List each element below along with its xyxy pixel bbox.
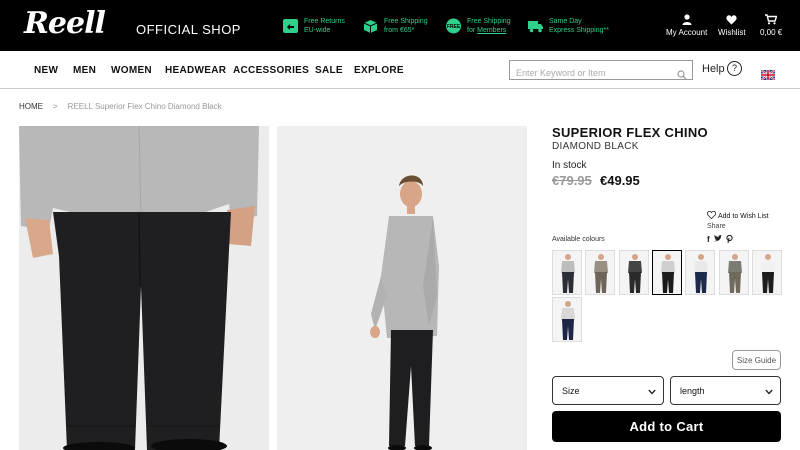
- search-input[interactable]: [510, 64, 670, 82]
- product-title: SUPERIOR FLEX CHINO: [552, 125, 708, 140]
- main-navigation: NEW MEN WOMEN HEADWEAR ACCESSORIES SALE …: [0, 51, 800, 89]
- user-icon: [682, 14, 692, 25]
- social-share-icons: f: [707, 234, 733, 245]
- product-image-main[interactable]: [19, 126, 269, 450]
- search-box: [509, 60, 693, 82]
- facebook-icon[interactable]: f: [707, 235, 710, 245]
- stock-status: In stock: [552, 160, 587, 171]
- swatch-thumbnail: [686, 251, 715, 294]
- length-select[interactable]: length: [670, 376, 781, 405]
- svg-text:FREE: FREE: [447, 24, 461, 30]
- usp-free-returns: Free Returns EU-wide: [282, 17, 345, 35]
- help-icon[interactable]: ?: [727, 61, 742, 76]
- breadcrumb-current: REELL Superior Flex Chino Diamond Black: [67, 102, 222, 111]
- colour-swatch[interactable]: [685, 250, 716, 295]
- members-link[interactable]: Members: [477, 27, 506, 34]
- colour-swatch[interactable]: [751, 250, 782, 295]
- nav-item-headwear[interactable]: HEADWEAR: [165, 65, 226, 76]
- swatch-thumbnail: [652, 251, 681, 294]
- top-header-bar: Reell OFFICIAL SHOP Free Returns EU-wide …: [0, 0, 800, 51]
- product-image-secondary[interactable]: [277, 126, 527, 450]
- usp-free-shipping-members: FREE Free Shipping for Members: [445, 18, 511, 34]
- heart-icon: [726, 14, 737, 25]
- size-select[interactable]: Size: [552, 376, 664, 405]
- product-photo-fullbody: [277, 126, 527, 450]
- original-price: €79.95: [552, 173, 592, 188]
- available-colours-label: Available colours: [552, 236, 605, 243]
- product-color-name: DIAMOND BLACK: [552, 141, 639, 152]
- nav-item-new[interactable]: NEW: [34, 65, 58, 76]
- swatch-thumbnail: [553, 298, 581, 341]
- cart-link[interactable]: 0,00 €: [760, 14, 782, 37]
- nav-item-explore[interactable]: EXPLORE: [354, 65, 404, 76]
- swatch-thumbnail: [752, 251, 781, 294]
- colour-swatch[interactable]: [618, 250, 649, 295]
- breadcrumb: HOME > REELL Superior Flex Chino Diamond…: [19, 102, 222, 111]
- colour-swatch[interactable]: [585, 250, 616, 295]
- shipping-box-icon: [362, 18, 379, 34]
- add-to-wishlist-link[interactable]: Add to Wish List: [707, 210, 769, 221]
- nav-item-sale[interactable]: SALE: [315, 65, 343, 76]
- twitter-icon[interactable]: [713, 235, 722, 245]
- nav-item-women[interactable]: WOMEN: [111, 65, 152, 76]
- swatch-thumbnail: [719, 251, 748, 294]
- official-shop-label: OFFICIAL SHOP: [136, 22, 241, 37]
- returns-icon: [282, 18, 299, 34]
- colour-swatch[interactable]: [651, 250, 682, 295]
- usp-same-day: Same Day Express Shipping**: [527, 17, 609, 35]
- size-guide-button[interactable]: Size Guide: [732, 350, 781, 370]
- swatch-thumbnail: [586, 251, 615, 294]
- usp-free-shipping: Free Shipping from €65*: [362, 17, 428, 35]
- swatch-thumbnail: [619, 251, 648, 294]
- truck-icon: [527, 18, 544, 34]
- colour-swatch[interactable]: [552, 250, 582, 295]
- swatch-thumbnail: [553, 251, 581, 294]
- help-link[interactable]: Help: [702, 63, 725, 75]
- wishlist-link[interactable]: Wishlist: [718, 14, 746, 37]
- product-photo-closeup: [19, 126, 269, 450]
- nav-item-accessories[interactable]: ACCESSORIES: [233, 65, 309, 76]
- pinterest-icon[interactable]: [726, 234, 733, 245]
- free-badge-icon: FREE: [445, 18, 462, 34]
- sale-price: €49.95: [600, 173, 640, 188]
- search-icon[interactable]: [677, 65, 687, 84]
- nav-item-men[interactable]: MEN: [73, 65, 96, 76]
- colour-swatch[interactable]: [552, 297, 582, 342]
- cart-icon: [765, 14, 778, 25]
- breadcrumb-home[interactable]: HOME: [19, 102, 43, 111]
- breadcrumb-separator: >: [53, 102, 58, 111]
- chevron-down-icon: [765, 387, 773, 397]
- brand-logo[interactable]: Reell: [24, 6, 106, 41]
- add-to-cart-button[interactable]: Add to Cart: [552, 411, 781, 442]
- my-account-link[interactable]: My Account: [666, 14, 707, 37]
- uk-flag-icon[interactable]: [760, 65, 776, 81]
- chevron-down-icon: [648, 387, 656, 397]
- share-label: Share: [707, 223, 726, 230]
- colour-swatch[interactable]: [718, 250, 749, 295]
- heart-outline-icon: [707, 210, 716, 221]
